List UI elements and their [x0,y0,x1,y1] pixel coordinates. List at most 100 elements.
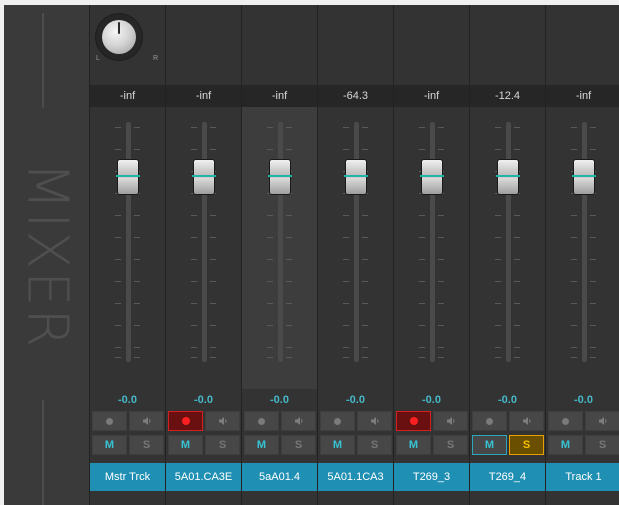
channel-top [242,5,317,85]
mute-button[interactable]: M [168,435,203,455]
mute-button[interactable]: M [320,435,355,455]
channel-strip: -inf -0.0 M S 5aA01.4 [241,5,317,505]
gain-value: -0.0 [346,394,365,406]
pan-knob[interactable] [102,20,136,54]
arm-row [168,411,240,431]
solo-button[interactable]: S [281,435,316,455]
solo-button[interactable]: S [357,435,392,455]
channel-strip: -inf -0.0 M S 5A01.CA3E [165,5,241,505]
record-arm-button[interactable] [396,411,431,431]
record-icon [334,417,341,425]
level-meter-readout: -inf [166,85,241,107]
mute-solo-row: M S [168,435,240,455]
monitor-button[interactable] [281,411,316,431]
speaker-icon [142,417,150,425]
record-icon [562,417,569,425]
monitor-button[interactable] [509,411,544,431]
fader-track [581,122,587,362]
solo-button[interactable]: S [129,435,164,455]
fader-area [90,107,165,389]
solo-button[interactable]: S [585,435,619,455]
channel-strip: -inf -0.0 M S T269_3 [393,5,469,505]
track-name[interactable]: T269_4 [470,463,545,491]
speaker-icon [598,417,606,425]
mute-button[interactable]: M [244,435,279,455]
volume-fader[interactable] [267,159,292,195]
track-name[interactable]: T269_3 [394,463,469,491]
record-icon [106,417,113,425]
level-meter-readout: -12.4 [470,85,545,107]
volume-fader[interactable] [571,159,596,195]
channel-top: L R [90,5,165,85]
volume-fader[interactable] [495,159,520,195]
mute-solo-row: M S [320,435,392,455]
volume-fader[interactable] [191,159,216,195]
gain-value: -0.0 [574,394,593,406]
pan-right-label: R [153,55,159,62]
record-arm-button[interactable] [92,411,127,431]
record-arm-button[interactable] [472,411,507,431]
channel-top [166,5,241,85]
track-name[interactable]: 5A01.1CA3 [318,463,393,491]
level-meter-readout: -inf [90,85,165,107]
record-arm-button[interactable] [320,411,355,431]
speaker-icon [218,417,226,425]
volume-fader[interactable] [419,159,444,195]
solo-button[interactable]: S [433,435,468,455]
volume-fader[interactable] [115,159,140,195]
track-name[interactable]: 5A01.CA3E [166,463,241,491]
mute-button[interactable]: M [92,435,127,455]
channel-top [546,5,619,85]
speaker-icon [522,417,530,425]
track-name-label: 5aA01.4 [259,471,300,483]
arm-row [320,411,392,431]
track-name[interactable]: Mstr Trck [90,463,165,491]
mixer-panel: MIXER L R -inf -0.0 M S Mstr Trck -inf -… [4,5,619,505]
channel-top [394,5,469,85]
monitor-button[interactable] [205,411,240,431]
record-arm-button[interactable] [168,411,203,431]
solo-button[interactable]: S [509,435,544,455]
monitor-button[interactable] [357,411,392,431]
divider [42,13,44,108]
gain-value: -0.0 [194,394,213,406]
monitor-button[interactable] [129,411,164,431]
mute-solo-row: M S [92,435,164,455]
arm-row [472,411,544,431]
track-name-label: Track 1 [565,471,602,483]
arm-row [92,411,164,431]
track-name-label: Mstr Trck [104,471,151,483]
fader-track [201,122,207,362]
record-icon [258,417,265,425]
mixer-title-wrap: MIXER [12,125,82,385]
fader-area [470,107,545,389]
monitor-button[interactable] [433,411,468,431]
record-arm-button[interactable] [244,411,279,431]
record-arm-button[interactable] [548,411,583,431]
pan-left-label: L [96,55,100,62]
track-name-label: 5A01.CA3E [174,471,233,483]
monitor-button[interactable] [585,411,619,431]
mixer-title: MIXER [14,161,80,349]
arm-row [396,411,468,431]
fader-track [353,122,359,362]
channel-strip: L R -inf -0.0 M S Mstr Trck [89,5,165,505]
channel-strip: -64.3 -0.0 M S 5A01.1CA3 [317,5,393,505]
record-icon [181,417,190,425]
mute-button[interactable]: M [472,435,507,455]
fader-area [166,107,241,389]
fader-track [125,122,131,362]
mute-button[interactable]: M [396,435,431,455]
mixer-side-strip: MIXER [4,5,89,505]
fader-area [318,107,393,389]
level-meter-readout: -inf [546,85,619,107]
track-name[interactable]: 5aA01.4 [242,463,317,491]
track-name[interactable]: Track 1 [546,463,619,491]
gain-value: -0.0 [118,394,137,406]
volume-fader[interactable] [343,159,368,195]
divider [42,400,44,505]
gain-value: -0.0 [498,394,517,406]
fader-area [546,107,619,389]
solo-button[interactable]: S [205,435,240,455]
mute-button[interactable]: M [548,435,583,455]
